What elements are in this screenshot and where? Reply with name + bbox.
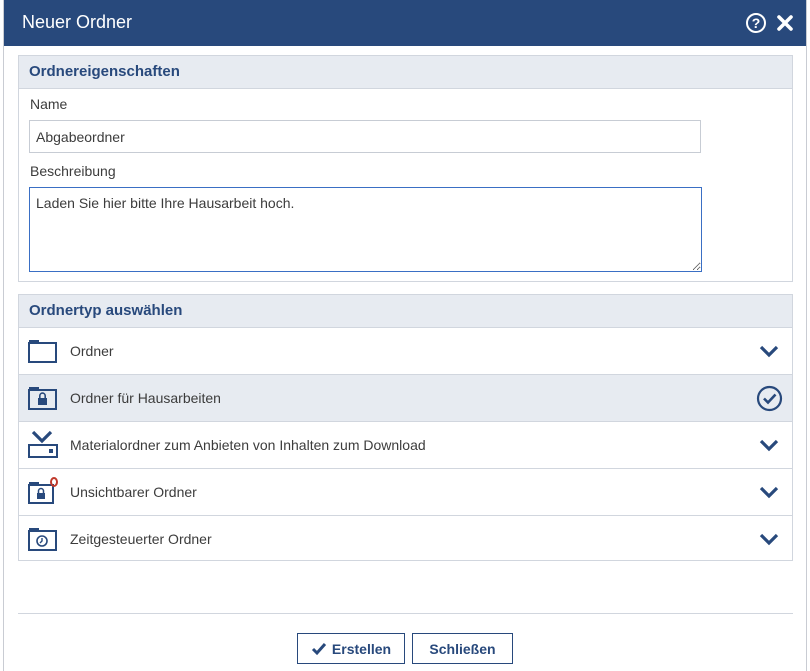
folder-type-heading: Ordnertyp auswählen: [19, 295, 792, 328]
description-label: Beschreibung: [30, 163, 116, 179]
timed-folder-icon: [28, 528, 57, 551]
description-textarea[interactable]: Laden Sie hier bitte Ihre Hausarbeit hoc…: [29, 187, 702, 272]
chevron-down-icon[interactable]: [759, 344, 779, 358]
invisible-folder-icon: [28, 477, 58, 504]
folder-properties-heading: Ordnereigenschaften: [19, 56, 792, 89]
folder-type-section: Ordnertyp auswählen Ordner Ordner für Ha…: [18, 294, 793, 561]
close-icon[interactable]: [774, 11, 796, 35]
checkmark-icon: [311, 642, 327, 655]
download-folder-icon: [28, 430, 58, 458]
check-circle-icon[interactable]: [756, 385, 783, 412]
chevron-down-icon[interactable]: [759, 438, 779, 452]
name-input[interactable]: [29, 120, 701, 153]
create-button-label: Erstellen: [331, 640, 392, 657]
locked-folder-icon: [28, 387, 57, 410]
name-label: Name: [30, 96, 68, 112]
help-symbol: ?: [751, 15, 761, 31]
folder-type-unsichtbar[interactable]: Unsichtbarer Ordner: [19, 469, 792, 516]
close-button[interactable]: Schließen: [412, 633, 513, 664]
chevron-down-icon[interactable]: [759, 485, 779, 499]
folder-icon: [28, 340, 57, 363]
folder-type-zeitgesteuert[interactable]: Zeitgesteuerter Ordner: [19, 516, 792, 563]
folder-type-materialordner[interactable]: Materialordner zum Anbieten von Inhalten…: [19, 422, 792, 469]
dialog-titlebar: Neuer Ordner ?: [4, 0, 806, 46]
folder-type-label: Zeitgesteuerter Ordner: [70, 531, 212, 547]
folder-type-label: Unsichtbarer Ordner: [70, 484, 197, 500]
folder-properties-section: Ordnereigenschaften Name Beschreibung La…: [18, 55, 793, 282]
footer-divider: [18, 613, 793, 614]
folder-type-label: Materialordner zum Anbieten von Inhalten…: [70, 437, 426, 453]
folder-type-label: Ordner: [70, 343, 114, 359]
dialog-title: Neuer Ordner: [22, 12, 133, 32]
folder-type-hausarbeiten[interactable]: Ordner für Hausarbeiten: [19, 375, 792, 422]
close-button-label: Schließen: [429, 640, 496, 657]
create-button[interactable]: Erstellen: [297, 633, 405, 664]
folder-type-label: Ordner für Hausarbeiten: [70, 390, 221, 406]
help-icon[interactable]: ?: [746, 13, 766, 33]
chevron-down-icon[interactable]: [759, 532, 779, 546]
folder-type-ordner[interactable]: Ordner: [19, 328, 792, 375]
new-folder-dialog: Neuer Ordner ? Ordnereigenschaften Name …: [3, 0, 807, 671]
